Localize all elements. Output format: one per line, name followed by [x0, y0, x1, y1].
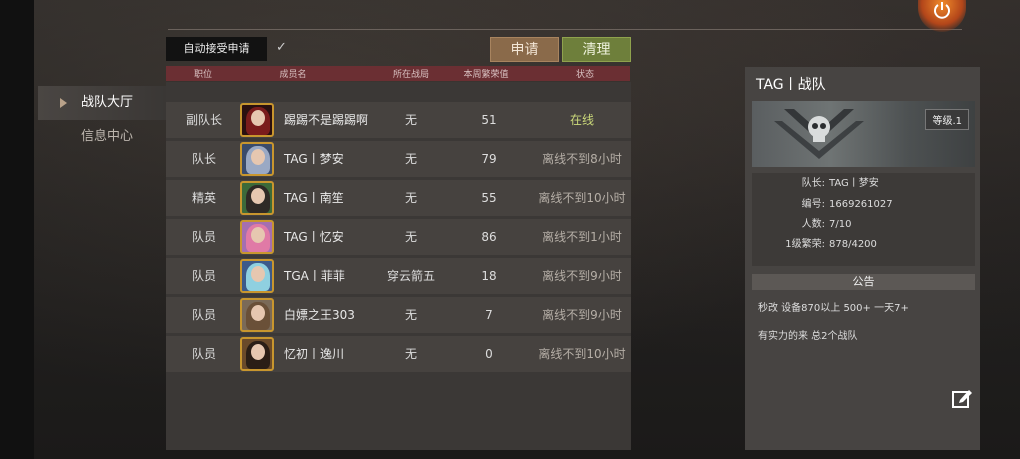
member-match: 穿云箭五: [386, 269, 436, 283]
nav-item-team-hall[interactable]: 战队大厅: [38, 86, 166, 120]
column-header-match: 所在战局: [392, 70, 430, 80]
table-row[interactable]: 精英 TAG丨南笙 无 55 离线不到10小时: [166, 180, 631, 216]
member-status: 离线不到10小时: [538, 191, 626, 205]
team-level-badge: 等级.1: [925, 109, 969, 130]
top-divider: [168, 29, 962, 30]
member-role: 队员: [191, 269, 217, 283]
member-prosperity: 55: [481, 191, 497, 205]
detail-key: 人数:: [801, 219, 825, 230]
member-match: 无: [404, 191, 418, 205]
detail-key: 编号:: [801, 199, 825, 210]
member-role: 精英: [191, 191, 217, 205]
detail-row-id: 编号: 1669261027: [752, 196, 975, 214]
triangle-right-icon: [60, 98, 67, 108]
nav-item-label: 战队大厅: [81, 95, 134, 110]
member-list: 副队长 踢踢不是踢踢啊 无 51 在线 队长 TAG丨梦安 无 79 离线不到8…: [166, 82, 631, 450]
power-icon: [934, 2, 950, 19]
member-name: 踢踢不是踢踢啊: [284, 113, 369, 127]
detail-value: 7/10: [829, 219, 852, 230]
member-status: 离线不到10小时: [538, 347, 626, 361]
notice-content: 秒改 设备870以上 500+ 一天7+ 有实力的来 总2个战队: [758, 295, 972, 351]
avatar[interactable]: [240, 181, 274, 215]
member-status: 离线不到8小时: [542, 152, 622, 166]
member-match: 无: [404, 347, 418, 361]
column-header-name: 成员名: [279, 70, 307, 80]
notice-header: 公告: [752, 274, 975, 290]
table-header: 职位 成员名 所在战局 本周繁荣值 状态: [166, 66, 630, 81]
member-prosperity: 51: [481, 113, 497, 127]
avatar[interactable]: [240, 142, 274, 176]
member-role: 副队长: [185, 113, 223, 127]
member-name: 忆初丨逸川: [284, 347, 345, 361]
member-match: 无: [404, 113, 418, 127]
notice-line: 秒改 设备870以上 500+ 一天7+: [758, 303, 909, 314]
nav-item-label: 信息中心: [81, 129, 134, 144]
table-row[interactable]: 队员 忆初丨逸川 无 0 离线不到10小时: [166, 336, 631, 372]
member-name: TAG丨南笙: [284, 191, 344, 205]
table-row[interactable]: 队员 TGA丨菲菲 穿云箭五 18 离线不到9小时: [166, 258, 631, 294]
detail-value: 1669261027: [829, 199, 893, 210]
notice-line: 有实力的来 总2个战队: [758, 331, 858, 342]
detail-row-members: 人数: 7/10: [752, 216, 975, 234]
side-nav: 战队大厅 信息中心: [38, 86, 166, 154]
detail-row-captain: 队长: TAG丨梦安: [752, 175, 975, 193]
member-status: 在线: [569, 113, 595, 127]
detail-value: TAG丨梦安: [829, 178, 879, 189]
table-row[interactable]: 副队长 踢踢不是踢踢啊 无 51 在线: [166, 102, 631, 138]
column-header-status: 状态: [575, 70, 595, 80]
member-match: 无: [404, 152, 418, 166]
member-match: 无: [404, 308, 418, 322]
table-row[interactable]: 队长 TAG丨梦安 无 79 离线不到8小时: [166, 141, 631, 177]
member-status: 离线不到9小时: [542, 269, 622, 283]
member-status: 离线不到1小时: [542, 230, 622, 244]
column-header-role: 职位: [193, 70, 213, 80]
left-edge: [0, 0, 34, 459]
auto-accept-checkbox[interactable]: ✓: [276, 40, 287, 55]
member-prosperity: 7: [485, 308, 493, 322]
column-header-prosperity: 本周繁荣值: [463, 70, 509, 80]
team-details: 队长: TAG丨梦安 编号: 1669261027 人数: 7/10 1级繁荣:…: [752, 173, 975, 266]
member-match: 无: [404, 230, 418, 244]
skull-emblem-icon: [774, 109, 864, 159]
avatar[interactable]: [240, 298, 274, 332]
team-title: TAG丨战队: [756, 77, 826, 93]
detail-key: 队长:: [801, 178, 825, 189]
member-role: 队员: [191, 347, 217, 361]
member-prosperity: 18: [481, 269, 497, 283]
member-name: TAG丨忆安: [284, 230, 344, 244]
team-info-panel: TAG丨战队 等级.1 队长: TAG丨梦安 编号: 1669261027 人数…: [745, 67, 980, 450]
nav-item-info-center[interactable]: 信息中心: [38, 120, 166, 154]
member-name: TGA丨菲菲: [284, 269, 345, 283]
edit-icon[interactable]: [951, 387, 973, 409]
avatar[interactable]: [240, 259, 274, 293]
member-role: 队长: [191, 152, 217, 166]
member-prosperity: 86: [481, 230, 497, 244]
avatar[interactable]: [240, 103, 274, 137]
member-name: 白嫖之王303: [284, 308, 355, 322]
member-role: 队员: [191, 308, 217, 322]
auto-accept-label: 自动接受申请: [166, 37, 267, 61]
team-banner: 等级.1: [752, 101, 975, 167]
avatar[interactable]: [240, 337, 274, 371]
table-row[interactable]: 队员 白嫖之王303 无 7 离线不到9小时: [166, 297, 631, 333]
avatar[interactable]: [240, 220, 274, 254]
member-prosperity: 0: [485, 347, 493, 361]
apply-button[interactable]: 申请: [490, 37, 559, 62]
detail-value: 878/4200: [829, 239, 877, 250]
member-name: TAG丨梦安: [284, 152, 344, 166]
table-row[interactable]: 队员 TAG丨忆安 无 86 离线不到1小时: [166, 219, 631, 255]
detail-row-prosperity: 1级繁荣: 878/4200: [752, 236, 975, 254]
detail-key: 1级繁荣:: [785, 239, 825, 250]
clear-button[interactable]: 清理: [562, 37, 631, 62]
member-prosperity: 79: [481, 152, 497, 166]
member-status: 离线不到9小时: [542, 308, 622, 322]
member-role: 队员: [191, 230, 217, 244]
